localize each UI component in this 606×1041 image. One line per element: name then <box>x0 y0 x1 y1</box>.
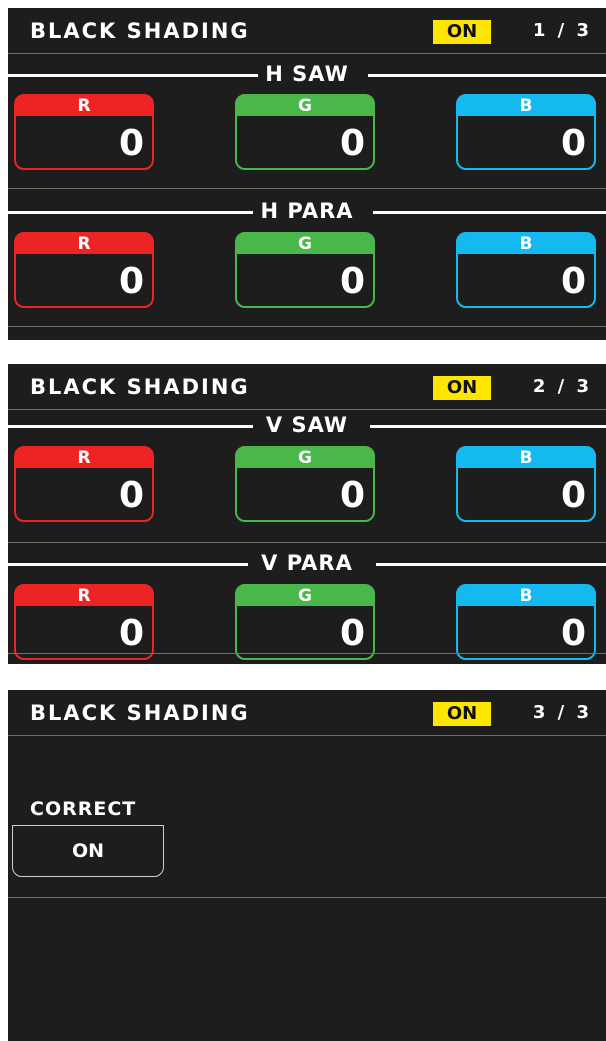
channel-value: 0 <box>118 613 144 654</box>
v-saw-r-field[interactable]: R 0 <box>14 446 154 522</box>
section-divider <box>8 188 606 189</box>
page-title: BLACK SHADING <box>30 701 250 725</box>
channel-value: 0 <box>118 261 144 302</box>
channel-value: 0 <box>560 613 586 654</box>
channel-value: 0 <box>118 475 144 516</box>
channel-value: 0 <box>339 123 365 164</box>
status-badge: ON <box>433 702 491 726</box>
channel-value: 0 <box>560 261 586 302</box>
channel-label: R <box>16 448 152 468</box>
section-divider <box>8 653 606 654</box>
page-indicator: 3 / 3 <box>532 702 592 723</box>
channel-label: G <box>237 234 373 254</box>
channel-value: 0 <box>560 123 586 164</box>
header-divider <box>8 735 606 736</box>
section-label: V SAW <box>261 413 353 437</box>
v-para-b-field[interactable]: B 0 <box>456 584 596 660</box>
channel-value: 0 <box>560 475 586 516</box>
page-title: BLACK SHADING <box>30 375 250 399</box>
h-saw-g-field[interactable]: G 0 <box>235 94 375 170</box>
channel-value: 0 <box>339 475 365 516</box>
v-saw-g-field[interactable]: G 0 <box>235 446 375 522</box>
section-heading-v-para: V PARA <box>8 551 606 575</box>
channel-label: G <box>237 448 373 468</box>
page-header: BLACK SHADING ON 2 / 3 <box>8 364 606 409</box>
h-saw-b-field[interactable]: B 0 <box>456 94 596 170</box>
correct-label: CORRECT <box>30 798 137 820</box>
section-divider <box>8 897 606 898</box>
channel-label: B <box>458 234 594 254</box>
v-para-g-field[interactable]: G 0 <box>235 584 375 660</box>
page-title: BLACK SHADING <box>30 19 250 43</box>
v-para-r-field[interactable]: R 0 <box>14 584 154 660</box>
status-badge: ON <box>433 376 491 400</box>
page-header: BLACK SHADING ON 3 / 3 <box>8 690 606 735</box>
header-divider <box>8 53 606 54</box>
black-shading-page-2: BLACK SHADING ON 2 / 3 V SAW R 0 G 0 B 0… <box>8 364 606 664</box>
section-heading-h-para: H PARA <box>8 199 606 223</box>
channel-value: 0 <box>339 261 365 302</box>
section-label: H PARA <box>256 199 358 223</box>
section-divider <box>8 542 606 543</box>
page-header: BLACK SHADING ON 1 / 3 <box>8 8 606 53</box>
h-saw-r-field[interactable]: R 0 <box>14 94 154 170</box>
channel-label: G <box>237 586 373 606</box>
channel-label: G <box>237 96 373 116</box>
h-para-r-field[interactable]: R 0 <box>14 232 154 308</box>
channel-label: R <box>16 234 152 254</box>
v-saw-b-field[interactable]: B 0 <box>456 446 596 522</box>
channel-label: B <box>458 448 594 468</box>
channel-label: B <box>458 586 594 606</box>
header-divider <box>8 409 606 410</box>
channel-label: R <box>16 586 152 606</box>
status-badge: ON <box>433 20 491 44</box>
channel-value: 0 <box>118 123 144 164</box>
channel-label: B <box>458 96 594 116</box>
black-shading-page-1: BLACK SHADING ON 1 / 3 H SAW R 0 G 0 B 0… <box>8 8 606 340</box>
section-heading-h-saw: H SAW <box>8 62 606 86</box>
h-para-g-field[interactable]: G 0 <box>235 232 375 308</box>
correct-toggle[interactable]: ON <box>12 825 164 877</box>
black-shading-page-3: BLACK SHADING ON 3 / 3 CORRECT ON <box>8 690 606 1041</box>
section-label: V PARA <box>257 551 357 575</box>
section-label: H SAW <box>261 62 353 86</box>
page-indicator: 1 / 3 <box>532 20 592 41</box>
channel-value: 0 <box>339 613 365 654</box>
page-indicator: 2 / 3 <box>532 376 592 397</box>
channel-label: R <box>16 96 152 116</box>
section-divider <box>8 326 606 327</box>
section-heading-v-saw: V SAW <box>8 413 606 437</box>
h-para-b-field[interactable]: B 0 <box>456 232 596 308</box>
